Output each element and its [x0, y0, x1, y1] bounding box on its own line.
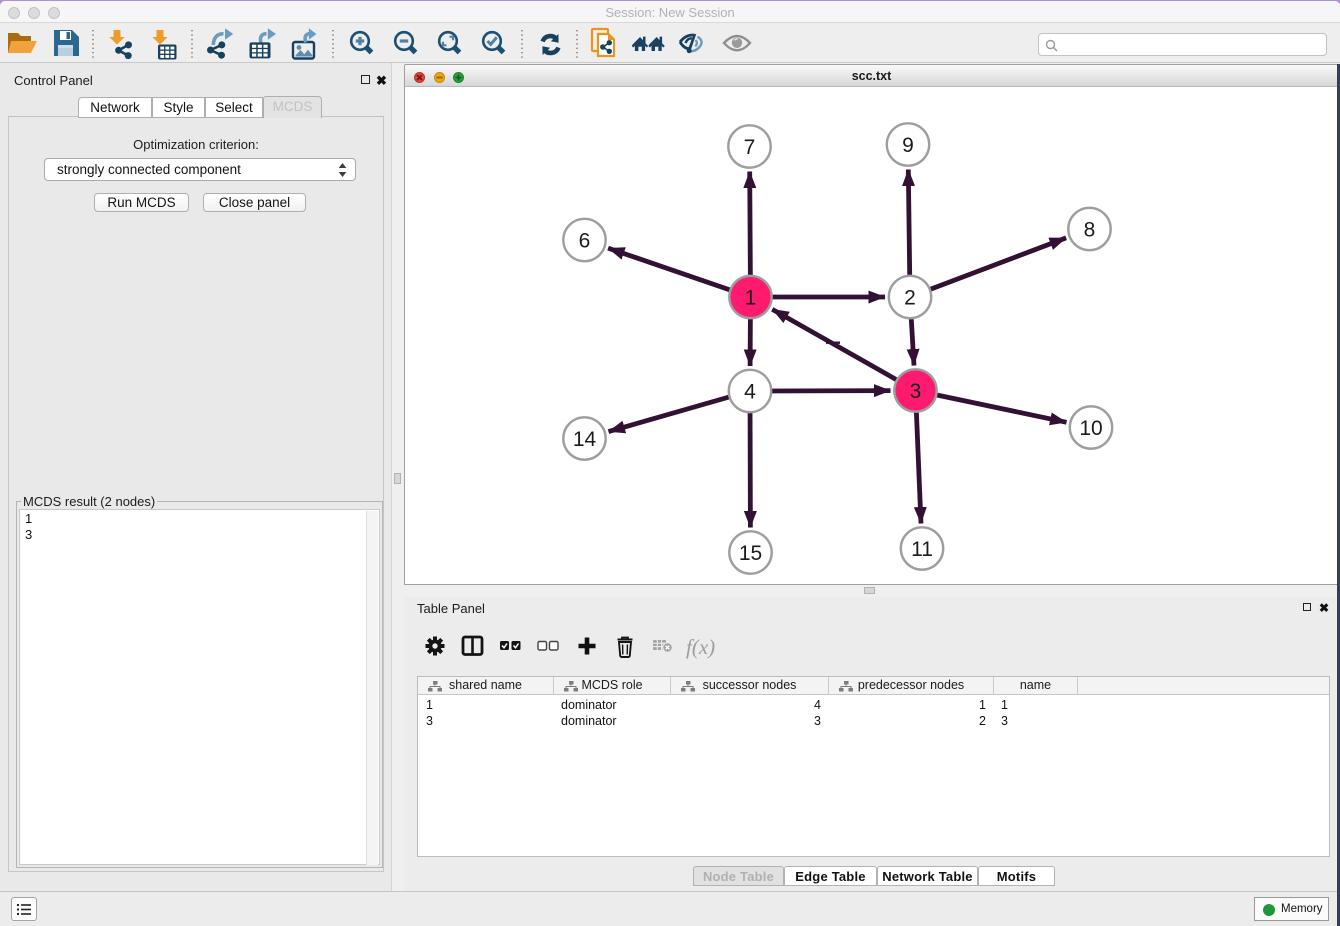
- svg-text:4: 4: [744, 381, 756, 404]
- svg-text:14: 14: [573, 428, 597, 451]
- svg-text:3: 3: [910, 380, 922, 403]
- svg-text:7: 7: [744, 136, 756, 159]
- svg-text:11: 11: [911, 538, 933, 561]
- svg-text:15: 15: [739, 542, 762, 565]
- svg-text:f(x): f(x): [686, 635, 715, 659]
- svg-text:2: 2: [904, 287, 916, 310]
- svg-text:10: 10: [1079, 417, 1102, 440]
- svg-text:8: 8: [1084, 219, 1096, 242]
- svg-text:6: 6: [579, 230, 591, 253]
- svg-text:9: 9: [902, 134, 914, 157]
- svg-text:1: 1: [745, 287, 757, 310]
